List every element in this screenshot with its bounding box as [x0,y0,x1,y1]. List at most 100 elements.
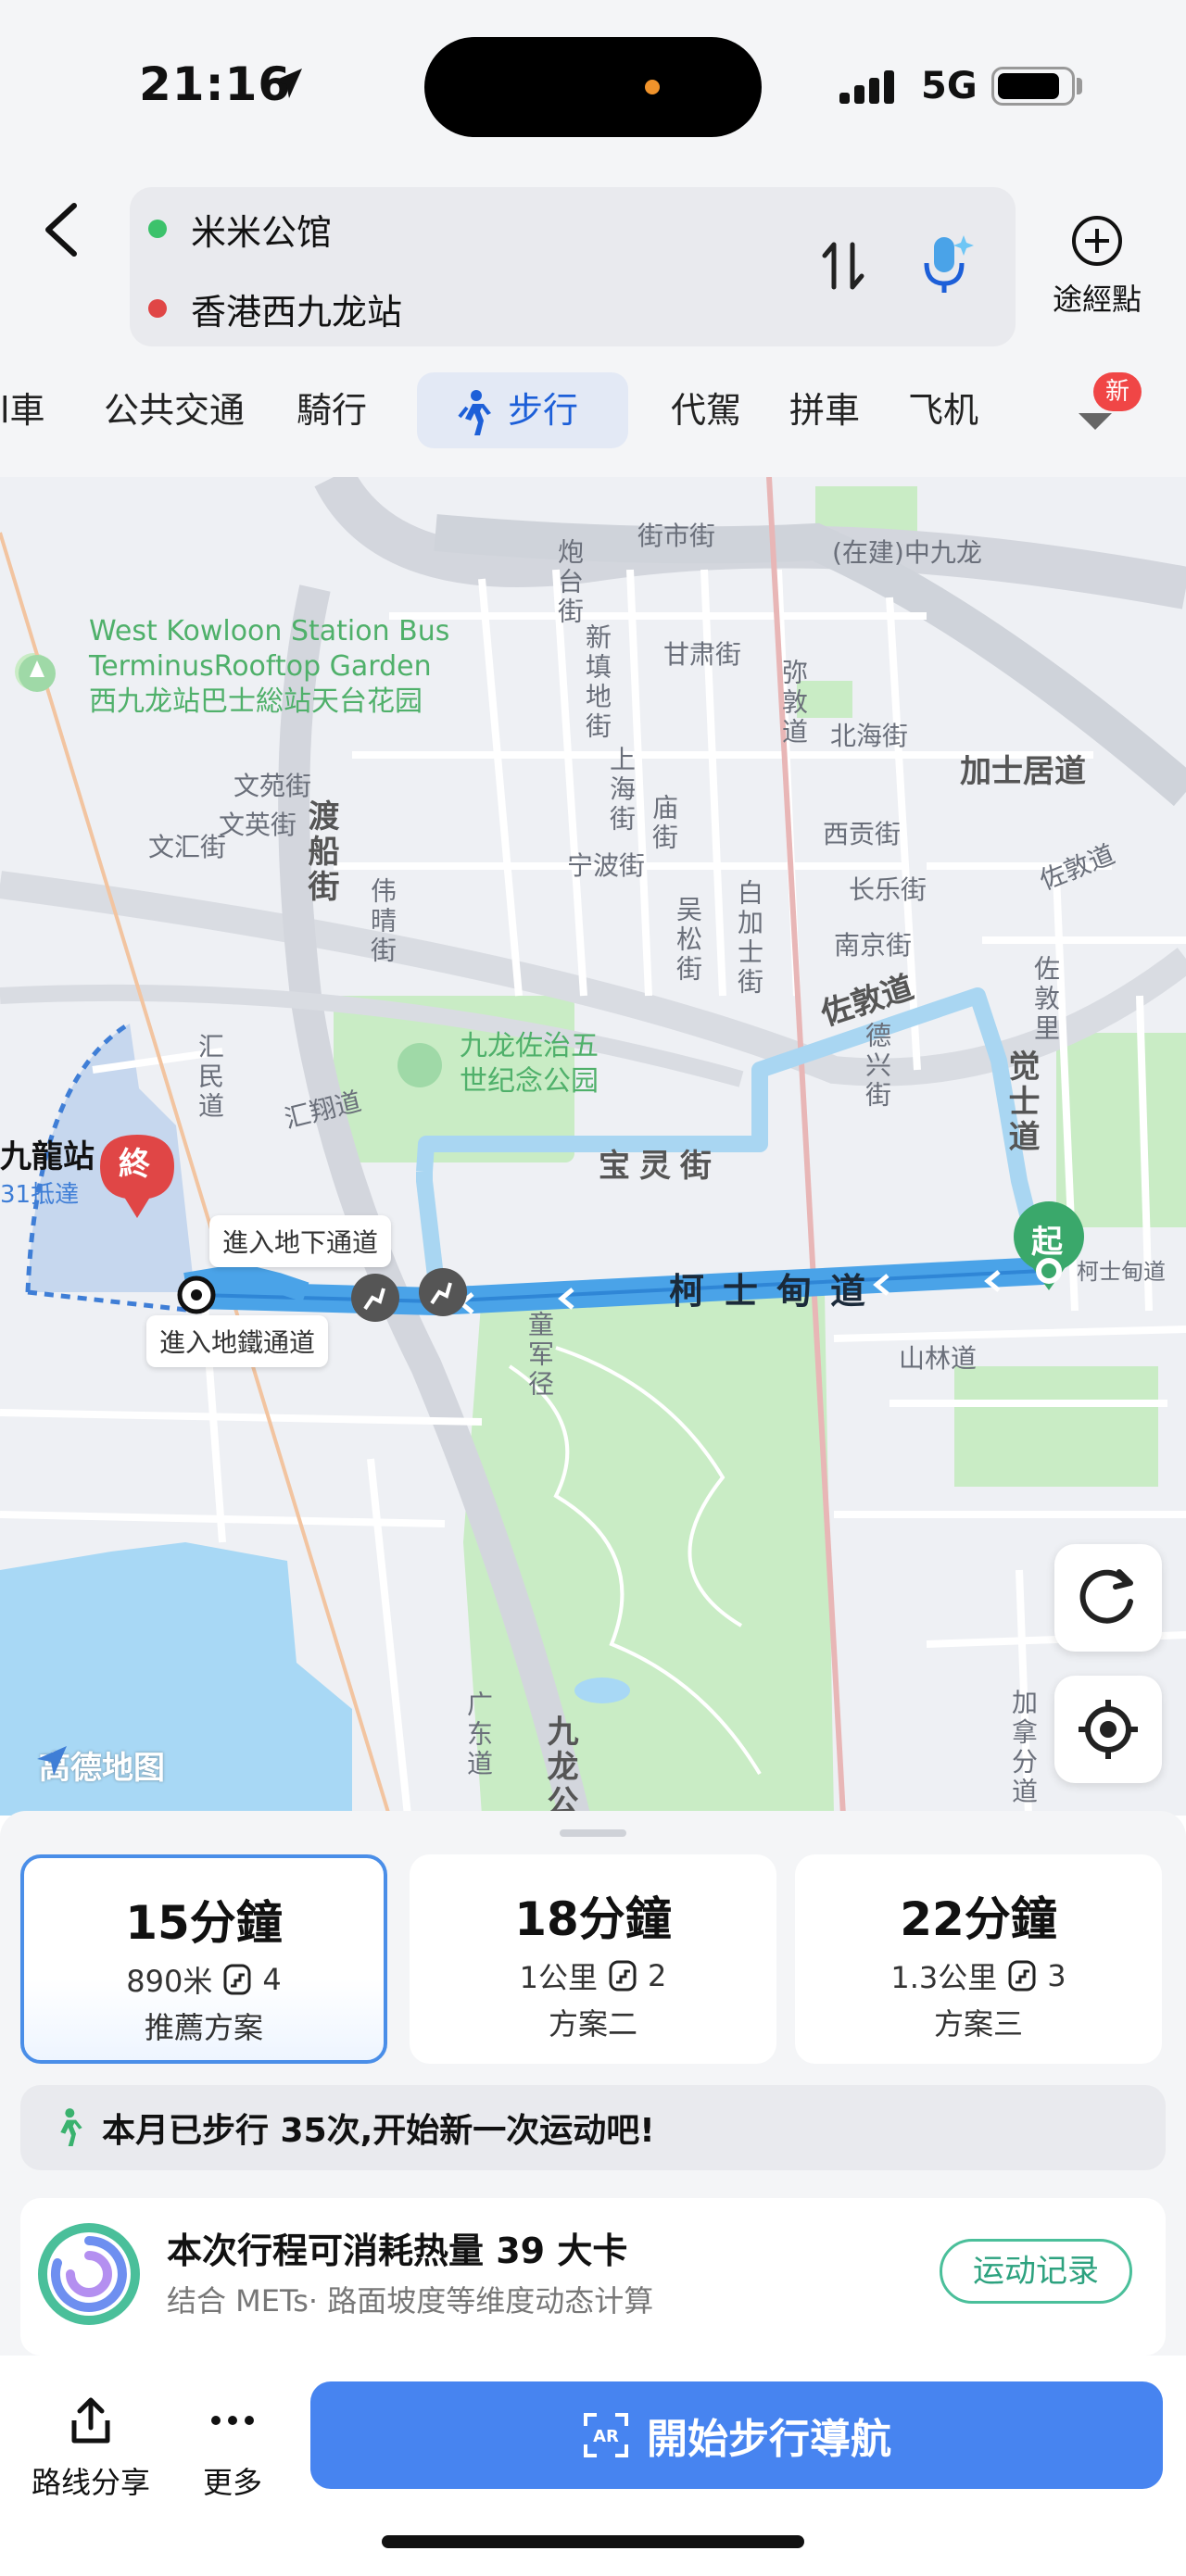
ar-icon-text: AR [593,2427,619,2446]
route-header: 米米公馆 香港西九龙站 途經點 l車 公共交通 騎行 步行 代駕 拼車 飞机 新 [0,167,1186,477]
street-label: 宝灵街 [599,1148,721,1185]
activity-ring-icon [38,2223,140,2325]
tab-flight[interactable]: 飞机 [908,372,978,448]
swap-button[interactable] [812,233,877,298]
locate-me-button[interactable] [1054,1676,1162,1783]
plan-meta: 1.3公里 3 [795,1954,1162,1997]
transport-tabs: l車 公共交通 騎行 步行 代駕 拼車 飞机 新 [0,372,1186,461]
amap-logo-icon [37,1746,67,1776]
park-name-line: 九龙佐治五 [460,1030,599,1062]
park-name-line: TerminusRooftop Garden [89,650,432,683]
tab-cycling[interactable]: 騎行 [296,372,367,448]
tab-car-partial[interactable]: l車 [0,372,45,448]
stairs-icon [1008,1960,1036,1992]
signal-icon [839,69,910,109]
station-name-label: 九龍站 [0,1138,95,1175]
street-label: 文汇街 [148,832,227,862]
plan-meta: 890米 4 [24,1958,384,2001]
refresh-button[interactable] [1054,1544,1162,1652]
park-name-line: 世纪念公园 [460,1065,599,1098]
plan-duration: 18分鐘 [514,1892,672,1946]
share-label: 路线分享 [31,2465,150,2500]
more-label: 更多 [202,2465,262,2500]
street-label: 上海街 [606,746,637,835]
tab-public-transit[interactable]: 公共交通 [104,372,245,448]
street-label: 文英街 [219,810,297,840]
exercise-record-button[interactable]: 运动记录 [940,2239,1132,2304]
plan-distance: 1公里 [519,1960,598,1995]
street-label: 吴松街 [673,896,703,985]
street-label: 北海街 [830,721,909,751]
street-label: 山林道 [899,1343,978,1374]
walking-icon [450,387,495,463]
street-label: 德兴街 [862,1022,892,1111]
calorie-title: 本次行程可消耗热量 39 大卡 [167,2230,628,2271]
route-sheet: 15分鐘 890米 4 推薦方案 18分鐘 1公里 2 方案二 22分鐘 1.3… [0,1811,1186,2576]
more-button[interactable]: 更多 [182,2393,284,2502]
tabs-fade [1001,372,1075,452]
plan-card-3[interactable]: 22分鐘 1.3公里 3 方案三 [795,1854,1162,2064]
destination-text: 香港西九龙站 [191,291,403,333]
battery-tip [1077,78,1082,94]
origin-text: 米米公馆 [191,211,333,253]
street-label: 渡船街 [302,799,339,905]
map-view[interactable]: 街市街 炮台街 新填地街 甘肃街 (在建)中九龙 弥敦道 北海街 加士居道 文苑… [0,477,1186,1816]
street-label: 佐敦里 [1030,955,1061,1044]
underpass-callout: 進入地下通道 [209,1215,392,1267]
plan-tag: 方案三 [933,2006,1023,2042]
street-label: 加拿分道 [1008,1689,1039,1807]
street-label: 觉士道 [1003,1049,1040,1155]
walking-icon [60,2108,82,2146]
street-label: 童军径 [524,1311,555,1400]
start-walking-navigation-button[interactable]: AR 開始步行導航 [310,2381,1163,2489]
ar-icon: AR [584,2413,628,2457]
home-indicator [382,2535,804,2548]
walking-stat-text: 本月已步行 35次,开始新一次运动吧! [102,2112,655,2150]
route-share-button[interactable]: 路线分享 [26,2393,156,2502]
street-label: 长乐街 [849,874,927,905]
arrival-time-label: 31抵達 [0,1181,80,1209]
end-marker[interactable]: 終 [119,1138,150,1184]
park-label-bus-terminus: West Kowloon Station Bus TerminusRooftop… [17,614,449,720]
tab-carpool[interactable]: 拼車 [789,372,860,448]
plan-card-1[interactable]: 15分鐘 890米 4 推薦方案 [20,1854,387,2064]
street-label: 九龙公 [541,1715,578,1816]
calorie-subtitle: 结合 METs· 路面坡度等维度动态计算 [167,2283,654,2318]
voice-input-button[interactable] [908,228,982,302]
tab-walking[interactable]: 步行 [417,372,628,448]
plan-card-2[interactable]: 18分鐘 1公里 2 方案二 [410,1854,776,2064]
tab-designated-driver[interactable]: 代駕 [671,372,741,448]
street-label: 加士居道 [960,753,1086,790]
street-label: 西贡街 [823,819,902,849]
back-button[interactable] [33,193,107,285]
walking-stat-banner[interactable]: 本月已步行 35次,开始新一次运动吧! [20,2085,1166,2170]
sheet-handle[interactable] [560,1829,626,1837]
plus-circle-icon [1072,216,1122,266]
status-bar: 21:16 5G [0,0,1186,167]
dynamic-island [424,37,762,137]
locate-icon [1079,1700,1138,1759]
street-label: 宁波街 [567,850,646,881]
origin-field[interactable]: 米米公馆 [148,196,332,261]
street-label: 甘肃街 [663,639,742,670]
start-marker[interactable]: 起 [1031,1216,1063,1262]
park-name-line: 西九龙站巴士総站天台花园 [89,685,423,718]
more-tabs-dropdown[interactable]: 新 [1066,372,1149,452]
swap-icon [822,242,864,290]
route-road-label: 柯士甸道 [669,1271,885,1312]
plan-meta: 1公里 2 [410,1954,776,1997]
park-name-line: West Kowloon Station Bus [89,615,450,647]
stairs-icon [609,1960,637,1992]
add-waypoint-button[interactable]: 途經點 [1043,213,1151,333]
new-badge: 新 [1093,372,1142,411]
origin-destination-box: 米米公馆 香港西九龙站 [130,187,1016,346]
street-label: (在建)中九龙 [832,537,982,568]
plan-duration: 15分鐘 [125,1896,283,1950]
waypoint-label: 途經點 [1052,282,1142,317]
destination-dot-icon [148,299,167,318]
street-label: 街市街 [637,521,716,551]
start-navigation-label: 開始步行導航 [647,2416,891,2463]
stairs-icon [223,1964,251,1995]
plan-distance: 890米 [126,1964,213,1999]
destination-field[interactable]: 香港西九龙站 [148,276,402,341]
